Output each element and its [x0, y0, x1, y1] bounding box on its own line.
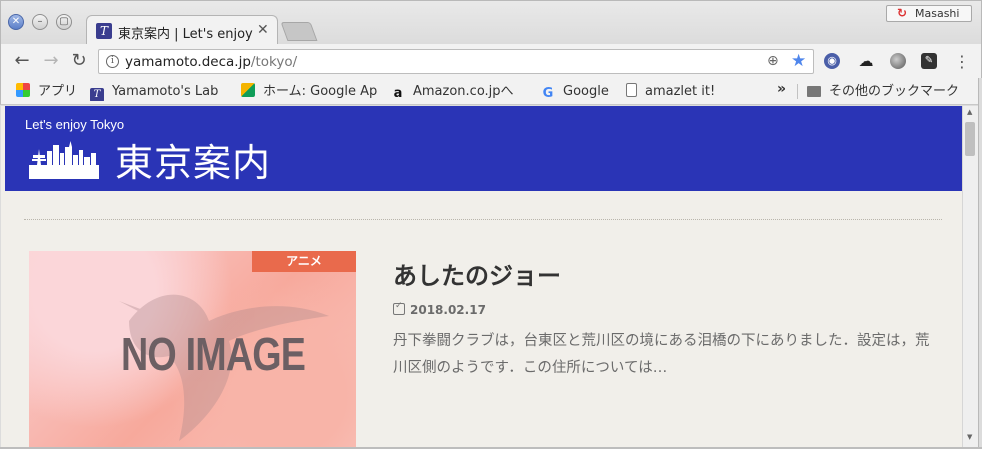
bookmark-label: Yamamoto's Lab — [112, 84, 219, 99]
page-scrollbar[interactable]: ▲ ▼ — [962, 106, 978, 447]
bookmark-google[interactable]: G Google — [541, 82, 621, 101]
bookmark-label: その他のブックマーク — [829, 84, 960, 99]
forward-arrow-icon[interactable]: → — [40, 50, 62, 72]
extension-cloud-download-icon[interactable]: ☁ — [858, 53, 874, 69]
post-date-text: 2018.02.17 — [410, 303, 486, 317]
extension-evernote-icon[interactable]: ✎ — [921, 53, 937, 69]
profile-button[interactable]: ↻ Masashi — [886, 5, 972, 22]
apps-grid-icon — [16, 83, 30, 97]
back-arrow-icon[interactable]: ← — [11, 50, 33, 72]
zoom-icon[interactable]: ⊕ — [767, 53, 779, 69]
scrollbar-thumb[interactable] — [965, 122, 975, 156]
bookmark-label: ホーム: Google Apps — [263, 84, 377, 99]
yamamoto-favicon-icon: T — [90, 88, 104, 101]
bookmark-other-folder[interactable]: その他のブックマーク — [807, 82, 972, 101]
bookmark-label: amazlet it! — [645, 84, 716, 99]
bookmark-yamamotos-lab[interactable]: T Yamamoto's Lab — [90, 82, 229, 101]
post-title[interactable]: あしたのジョー — [393, 256, 561, 291]
profile-name: Masashi — [915, 7, 960, 20]
site-tagline: Let's enjoy Tokyo — [25, 117, 125, 132]
profile-icon: ↻ — [897, 6, 908, 20]
window-minimize-icon[interactable]: – — [32, 14, 48, 30]
reload-icon[interactable]: ↻ — [68, 50, 90, 72]
google-drive-icon — [241, 83, 255, 97]
url-text[interactable]: yamamoto.deca.jp/tokyo/ — [125, 54, 297, 70]
bookmark-amazlet[interactable]: amazlet it! — [626, 82, 736, 101]
bookmarks-bar: アプリ T Yamamoto's Lab ホーム: Google Apps a Am… — [0, 78, 982, 105]
bookmark-amazon[interactable]: a Amazon.co.jpへ — [391, 82, 529, 101]
scroll-down-arrow-icon[interactable]: ▼ — [967, 433, 972, 441]
category-badge[interactable]: アニメ — [252, 251, 356, 272]
bookmark-apps[interactable]: アプリ — [16, 82, 86, 101]
page-icon — [626, 83, 637, 97]
address-bar[interactable]: i yamamoto.deca.jp/tokyo/ ⊕ ★ — [98, 49, 814, 74]
chrome-menu-icon[interactable]: ⋮ — [954, 52, 970, 71]
browser-tab-active[interactable]: T 東京案内 | Let's enjoy Tokyo ✕ — [86, 15, 278, 46]
amazon-icon: a — [393, 86, 403, 101]
tab-title: 東京案内 | Let's enjoy Tokyo — [118, 27, 256, 42]
page-viewport: Let's enjoy Tokyo 東京案内 NO IMAGE アニメ あしたの… — [1, 106, 962, 447]
bookmark-google-apps[interactable]: ホーム: Google Apps — [241, 82, 377, 101]
calendar-check-icon — [393, 301, 405, 315]
folder-icon — [807, 86, 821, 97]
info-icon[interactable]: i — [106, 55, 119, 68]
window-close-icon[interactable]: ✕ — [8, 14, 24, 30]
post-excerpt: 丹下拳闘クラブは，台東区と荒川区の境にある泪橋の下にありました．設定は，荒川区側… — [393, 333, 930, 376]
tab-favicon-icon: T — [96, 23, 112, 39]
window-frame-right — [978, 78, 982, 449]
tokyo-skyline-logo-icon[interactable] — [29, 141, 99, 179]
url-host: yamamoto.deca.jp — [125, 54, 251, 70]
bookmark-label: Google — [563, 84, 609, 99]
window-titlebar: ✕ – ▢ T 東京案内 | Let's enjoy Tokyo ✕ ↻ Mas… — [0, 0, 982, 46]
bookmark-label: アプリ — [38, 84, 78, 99]
post-date: 2018.02.17 — [393, 301, 486, 317]
google-icon: G — [542, 86, 554, 101]
extension-globe-icon[interactable]: ◉ — [824, 53, 840, 69]
window-maximize-icon[interactable]: ▢ — [56, 14, 72, 30]
bookmarks-overflow-icon[interactable]: » — [777, 81, 786, 97]
site-title[interactable]: 東京案内 — [115, 132, 271, 187]
extension-sphere-icon[interactable] — [890, 53, 906, 69]
url-path: /tokyo/ — [250, 54, 298, 70]
bookmark-label: Amazon.co.jpへ — [413, 84, 514, 99]
new-tab-button[interactable] — [280, 22, 318, 41]
content-divider — [24, 219, 942, 220]
no-image-text: NO IMAGE — [121, 328, 306, 380]
scroll-up-arrow-icon[interactable]: ▲ — [967, 108, 972, 116]
bookmarks-separator — [797, 84, 798, 99]
bookmark-star-icon[interactable]: ★ — [791, 51, 806, 71]
site-header: Let's enjoy Tokyo 東京案内 — [5, 106, 962, 191]
post-thumbnail[interactable]: NO IMAGE — [29, 251, 356, 447]
tab-close-icon[interactable]: ✕ — [257, 22, 269, 38]
browser-toolbar: ← → ↻ i yamamoto.deca.jp/tokyo/ ⊕ ★ ◉ ☁ … — [0, 44, 982, 78]
